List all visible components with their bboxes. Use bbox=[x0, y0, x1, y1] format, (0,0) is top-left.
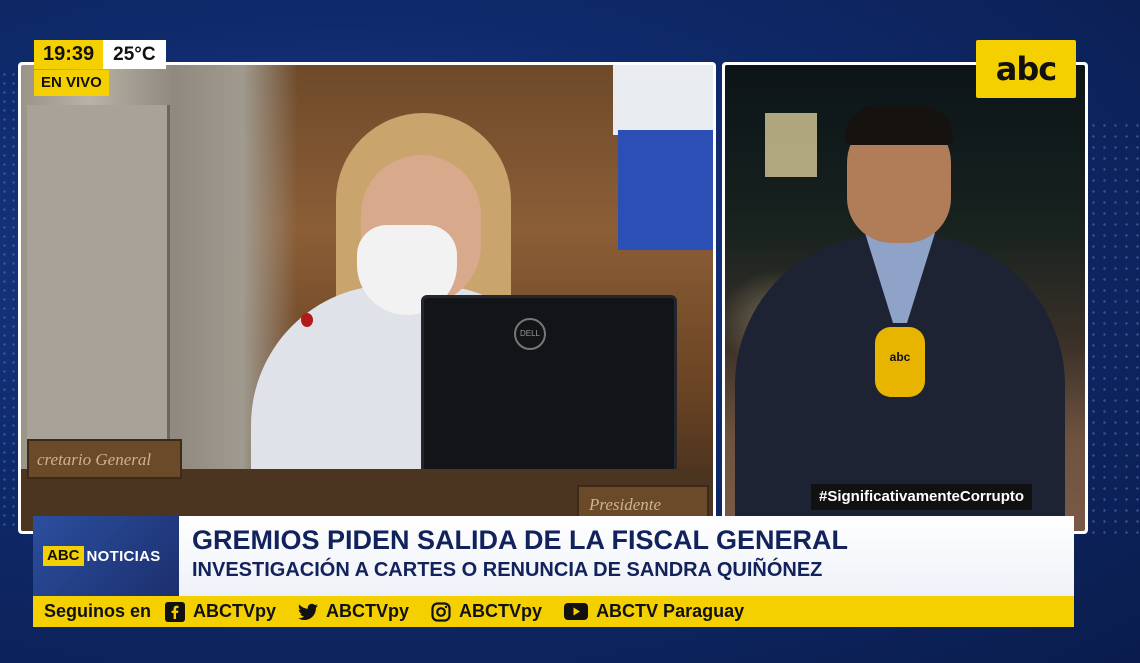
facebook-icon bbox=[165, 601, 186, 622]
twitter-icon bbox=[298, 603, 319, 621]
monitor-logo: DELL bbox=[514, 318, 546, 350]
headline-box: GREMIOS PIDEN SALIDA DE LA FISCAL GENERA… bbox=[179, 516, 1074, 596]
scene-flag-white bbox=[613, 65, 713, 135]
video-feed-reporter: abc bbox=[725, 65, 1085, 531]
weather-temperature: 25°C bbox=[103, 40, 166, 69]
social-item-twitter: ABCTVpy bbox=[298, 601, 409, 622]
scene-street-sign bbox=[765, 113, 817, 177]
social-item-facebook: ABCTVpy bbox=[165, 601, 276, 622]
scene-hand-microphone: abc bbox=[875, 327, 925, 397]
live-badge: EN VIVO bbox=[34, 70, 109, 96]
social-item-youtube: ABCTV Paraguay bbox=[564, 601, 744, 622]
social-label: Seguinos en bbox=[44, 601, 152, 621]
scene-wall-panel bbox=[27, 105, 170, 465]
scene-microphone bbox=[301, 313, 313, 327]
scene-nameplate-left: cretario General bbox=[27, 439, 182, 479]
video-panel-left: DELL cretario General Presidente bbox=[18, 62, 716, 534]
abc-channel-logo: abc bbox=[976, 40, 1076, 98]
clock-weather-box: 19:39 25°C bbox=[34, 40, 166, 69]
social-handle-twitter: ABCTVpy bbox=[326, 601, 410, 621]
social-handle-youtube: ABCTV Paraguay bbox=[596, 601, 745, 621]
brand-abc-label: ABC bbox=[43, 546, 84, 566]
instagram-icon bbox=[431, 601, 451, 622]
video-panel-right: abc bbox=[722, 62, 1088, 534]
decorative-dots-left bbox=[0, 70, 18, 530]
abc-noticias-brand: ABC NOTICIAS bbox=[33, 516, 179, 596]
decorative-dots-right bbox=[1088, 120, 1140, 540]
scene-reporter-hair bbox=[845, 105, 953, 145]
headline: GREMIOS PIDEN SALIDA DE LA FISCAL GENERA… bbox=[192, 525, 849, 555]
social-handle-instagram: ABCTVpy bbox=[459, 601, 543, 621]
video-feed-senate: DELL cretario General Presidente bbox=[21, 65, 713, 531]
clock-time: 19:39 bbox=[34, 40, 104, 69]
social-handle-facebook: ABCTVpy bbox=[193, 601, 277, 621]
social-item-instagram: ABCTVpy bbox=[431, 601, 542, 622]
brand-noticias-label: NOTICIAS bbox=[86, 547, 161, 565]
subheadline: INVESTIGACIÓN A CARTES O RENUNCIA DE SAN… bbox=[192, 559, 823, 581]
hashtag-badge: #SignificativamenteCorrupto bbox=[811, 484, 1033, 510]
social-bar: Seguinos en ABCTVpy ABCTVpy ABCTVpy ABCT… bbox=[33, 596, 1074, 627]
scene-flag-blue bbox=[618, 130, 713, 250]
youtube-icon bbox=[564, 603, 589, 620]
